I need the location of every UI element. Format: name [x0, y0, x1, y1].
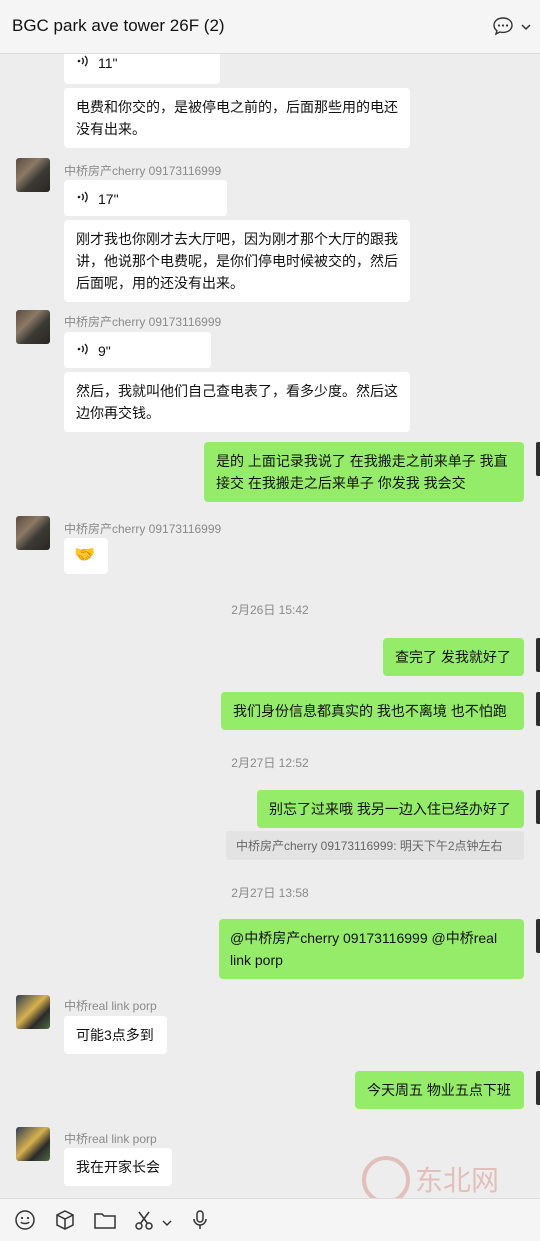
- my-avatar[interactable]: [536, 919, 540, 953]
- watermark-text: 东北网: [415, 1164, 499, 1197]
- voice-duration: 11": [98, 55, 118, 71]
- input-toolbar: [0, 1198, 540, 1241]
- voice-icon: [76, 340, 90, 362]
- voice-message[interactable]: 17": [64, 180, 227, 216]
- my-text-message[interactable]: 是的 上面记录我说了 在我搬走之前来单子 我直接交 在我搬走之后来单子 你发我 …: [204, 442, 524, 502]
- my-avatar[interactable]: [536, 790, 540, 824]
- sender-name: 中桥房产cherry 09173116999: [64, 315, 222, 329]
- emoji-icon[interactable]: [14, 1209, 36, 1236]
- my-text-message[interactable]: 我们身份信息都真实的 我也不离境 也不怕跑: [221, 692, 524, 730]
- sender-name: 中桥real link porp: [64, 1132, 157, 1146]
- microphone-icon[interactable]: [191, 1209, 209, 1236]
- text-message[interactable]: 可能3点多到: [64, 1016, 167, 1054]
- avatar[interactable]: [16, 310, 50, 344]
- my-text-message[interactable]: 今天周五 物业五点下班: [355, 1071, 524, 1109]
- handshake-emoji: 🤝: [74, 545, 96, 564]
- my-avatar[interactable]: [536, 1071, 540, 1105]
- text-message[interactable]: 我在开家长会: [64, 1148, 172, 1186]
- text-message[interactable]: 电费和你交的，是被停电之前的，后面那些用的电还没有出来。: [64, 88, 410, 148]
- avatar[interactable]: [16, 516, 50, 550]
- voice-icon: [76, 54, 90, 74]
- sender-name: 中桥房产cherry 09173116999: [64, 522, 222, 536]
- my-text-message[interactable]: 查完了 发我就好了: [383, 638, 524, 676]
- voice-duration: 17": [98, 191, 119, 207]
- chat-title: BGC park ave tower 26F (2): [12, 16, 225, 35]
- voice-duration: 9": [98, 343, 111, 359]
- my-text-message[interactable]: 别忘了过来哦 我另一边入住已经办好了: [257, 790, 524, 828]
- my-avatar[interactable]: [536, 442, 540, 476]
- quoted-message[interactable]: 中桥房产cherry 09173116999: 明天下午2点钟左右: [226, 831, 524, 860]
- chat-header: BGC park ave tower 26F (2): [0, 0, 540, 54]
- voice-message[interactable]: 11": [64, 54, 220, 84]
- emoji-message[interactable]: 🤝: [64, 538, 108, 574]
- voice-message[interactable]: 9": [64, 332, 211, 368]
- sender-name: 中桥房产cherry 09173116999: [64, 164, 222, 178]
- text-message[interactable]: 刚才我也你刚才去大厅吧，因为刚才那个大厅的跟我讲，他说那个电费呢，是你们停电时候…: [64, 220, 410, 302]
- text-message[interactable]: 然后，我就叫他们自己查电表了，看多少度。然后这边你再交钱。: [64, 372, 410, 432]
- avatar[interactable]: [16, 158, 50, 192]
- timestamp: 2月27日 12:52: [231, 756, 309, 770]
- my-avatar[interactable]: [536, 638, 540, 672]
- chat-info-icon[interactable]: [492, 16, 514, 41]
- folder-icon[interactable]: [93, 1209, 117, 1236]
- chevron-down-icon[interactable]: [520, 20, 532, 38]
- scissors-icon[interactable]: [134, 1209, 154, 1236]
- voice-icon: [76, 188, 90, 210]
- sticker-cube-icon[interactable]: [54, 1209, 76, 1236]
- avatar[interactable]: [16, 1127, 50, 1161]
- my-text-message[interactable]: @中桥房产cherry 09173116999 @中桥real link por…: [219, 919, 524, 979]
- my-avatar[interactable]: [536, 692, 540, 726]
- chat-history[interactable]: 11" 电费和你交的，是被停电之前的，后面那些用的电还没有出来。 中桥房产che…: [0, 54, 540, 1198]
- timestamp: 2月27日 13:58: [231, 886, 309, 900]
- sender-name: 中桥real link porp: [64, 999, 157, 1013]
- chevron-down-icon[interactable]: [162, 1215, 172, 1233]
- avatar[interactable]: [16, 995, 50, 1029]
- timestamp: 2月26日 15:42: [231, 603, 309, 617]
